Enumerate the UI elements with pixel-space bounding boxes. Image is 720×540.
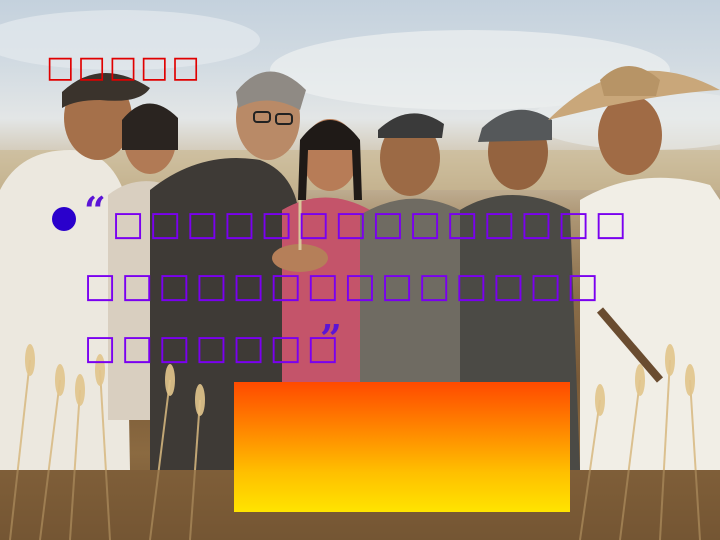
quote-line-2: □□□□□□□□□□□□□□ xyxy=(84,266,604,306)
quote-line-3: □□□□□□□ xyxy=(84,328,344,368)
close-quote-mark: ” xyxy=(320,316,342,361)
orange-gradient-box xyxy=(234,382,570,512)
slide-title: □□□□□ xyxy=(46,50,203,85)
open-quote-mark: “ xyxy=(84,188,106,233)
bullet-icon xyxy=(52,207,76,231)
quote-line-1: □□□□□□□□□□□□□□ xyxy=(112,204,632,244)
slide: □□□□□ “ □□□□□□□□□□□□□□ □□□□□□□□□□□□□□ □□… xyxy=(0,0,720,540)
